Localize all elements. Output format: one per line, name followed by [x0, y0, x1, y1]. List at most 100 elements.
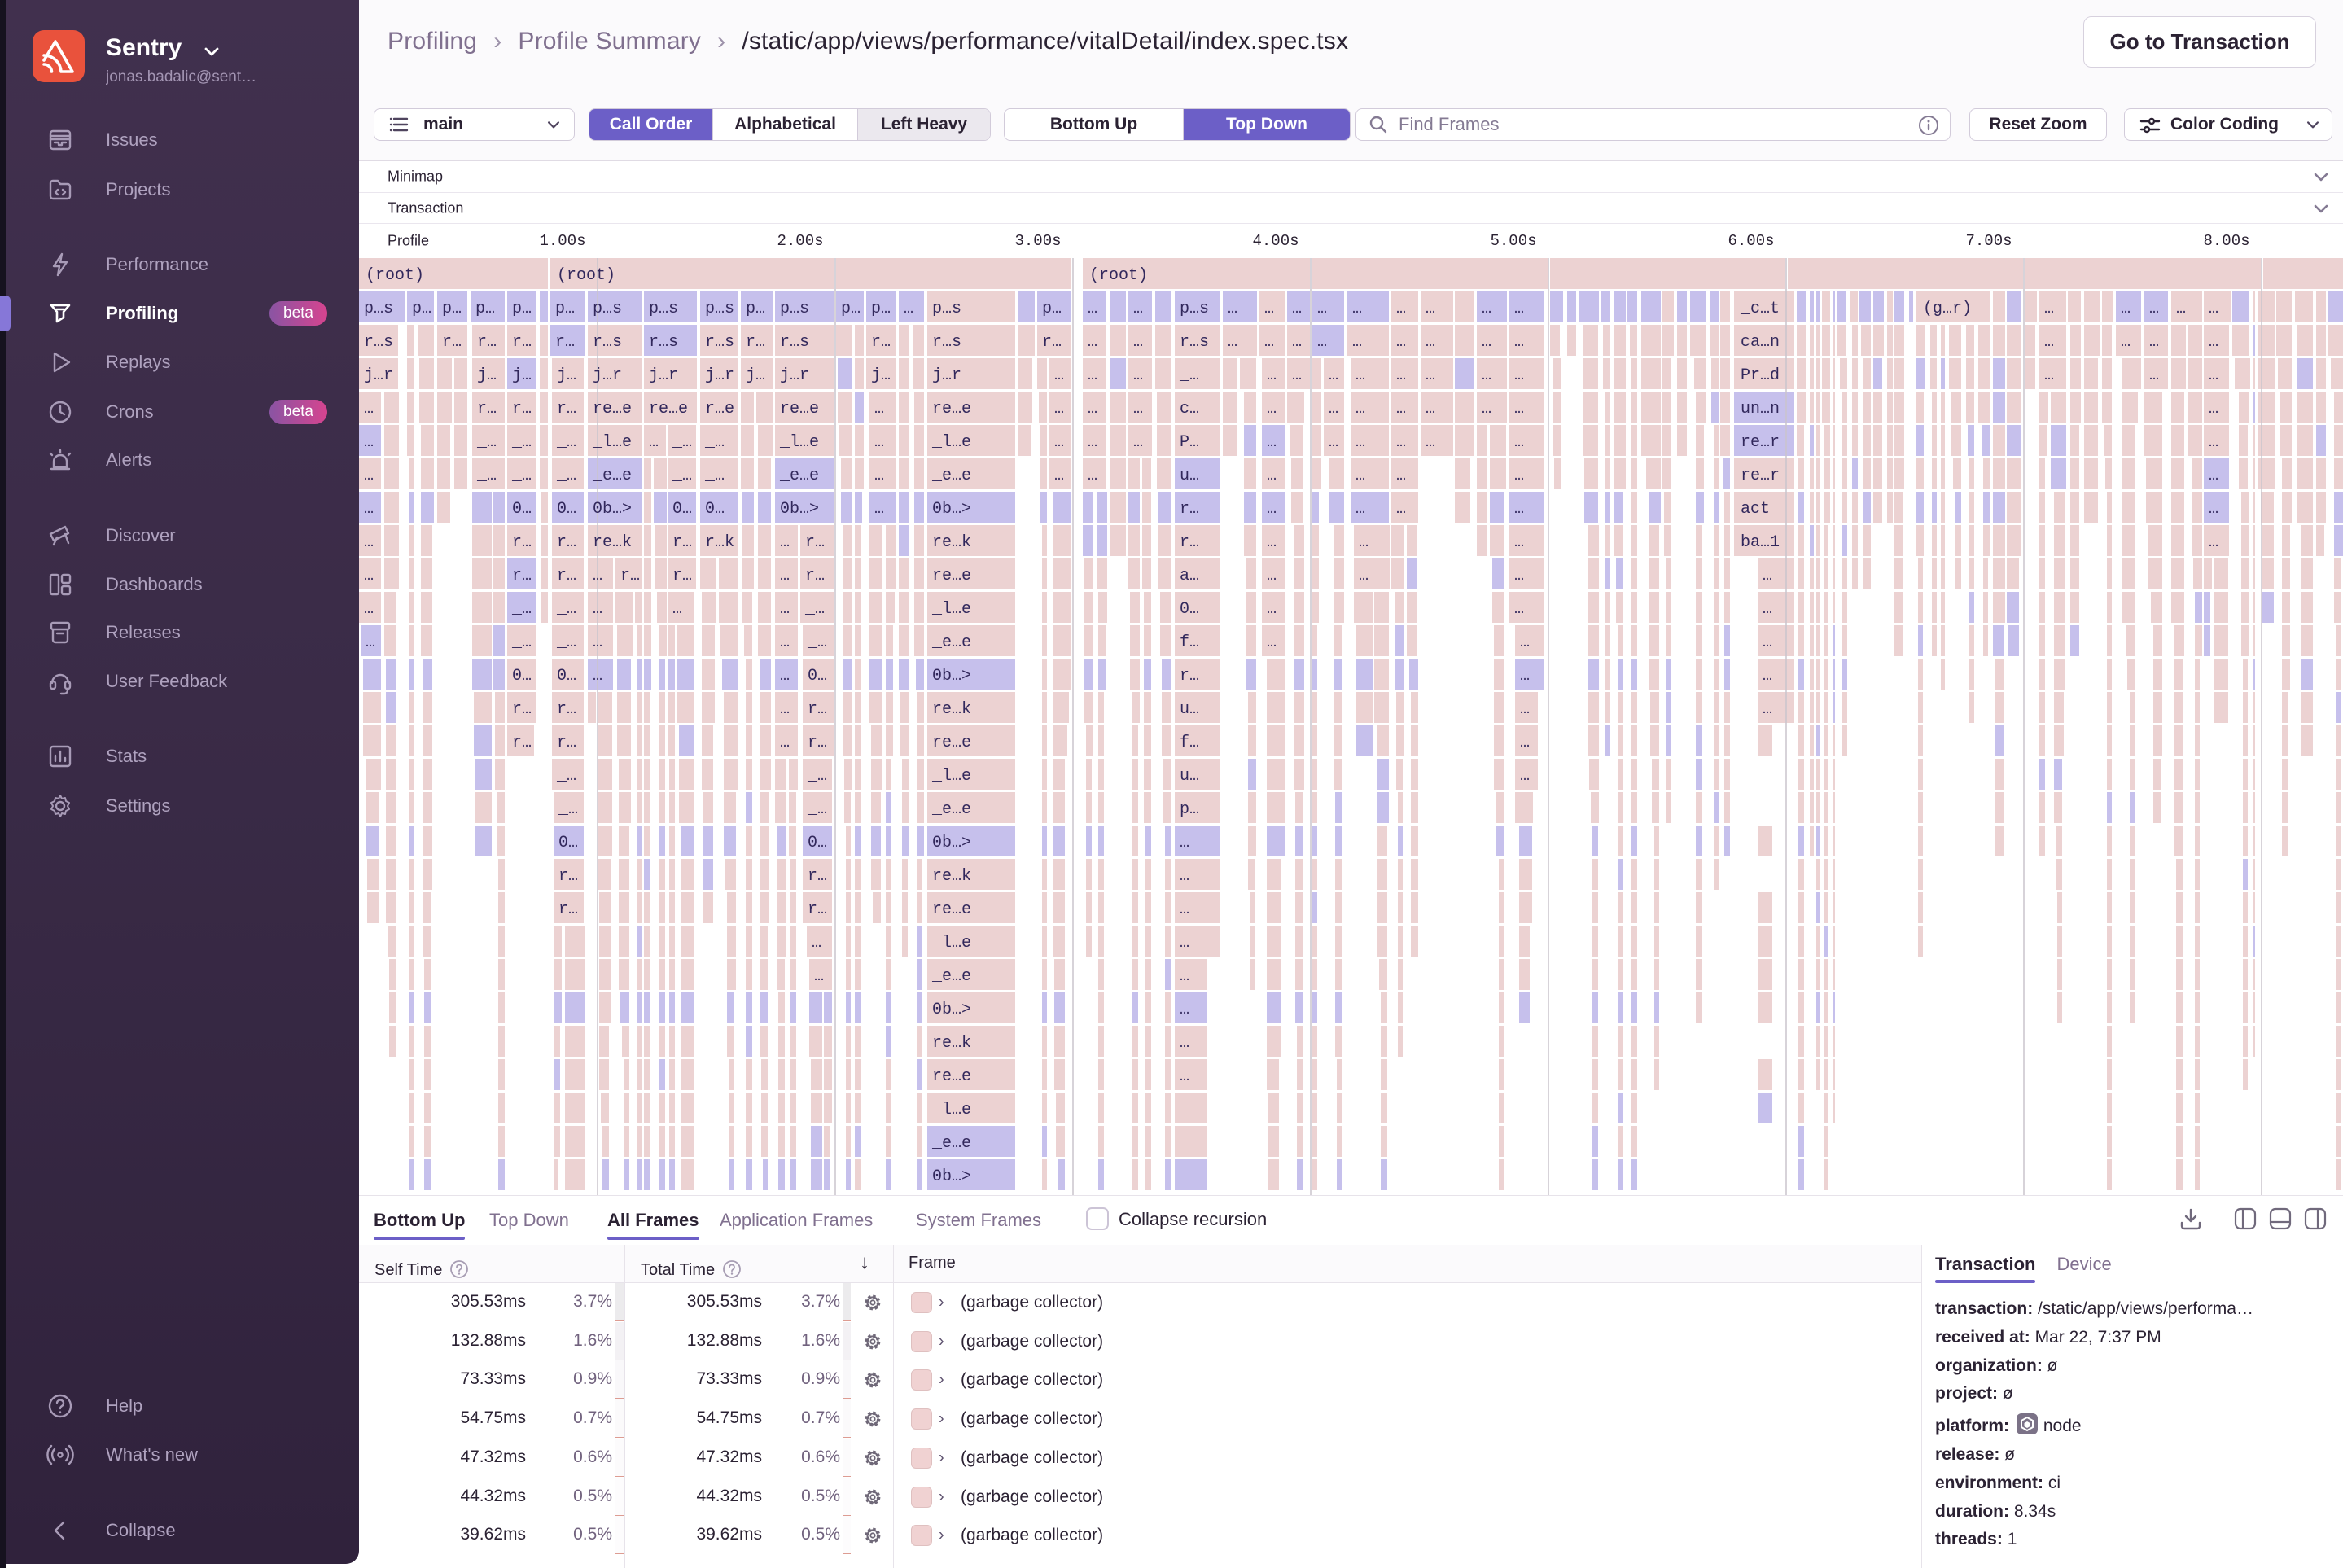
- svg-text:…: …: [2209, 466, 2218, 485]
- svg-text:re…k: re…k: [932, 1034, 971, 1053]
- svg-text:p…s: p…s: [649, 300, 678, 318]
- svg-text:_…: _…: [556, 633, 576, 652]
- svg-text:r…: r…: [512, 567, 532, 585]
- svg-text:…: …: [1317, 333, 1327, 352]
- svg-text:_…: _…: [511, 633, 532, 652]
- svg-text:f…: f…: [1180, 734, 1199, 752]
- svg-text:_…: _…: [511, 466, 532, 485]
- svg-text:r…: r…: [557, 567, 576, 585]
- svg-text:j…r: j…r: [364, 366, 393, 385]
- svg-text:…: …: [1088, 400, 1097, 418]
- svg-text:…: …: [1088, 333, 1097, 352]
- svg-text:…: …: [593, 633, 602, 652]
- svg-text:…: …: [366, 633, 375, 652]
- svg-text:p…s: p…s: [932, 300, 961, 318]
- svg-text:_l…e: _l…e: [931, 433, 971, 452]
- svg-text:a…: a…: [1180, 567, 1199, 585]
- svg-text:…: …: [1426, 333, 1435, 352]
- svg-text:…: …: [1180, 1034, 1189, 1053]
- svg-text:_…: _…: [704, 466, 725, 485]
- svg-text:…: …: [364, 500, 374, 519]
- svg-text:…: …: [1329, 433, 1338, 452]
- svg-text:j…r: j…r: [705, 366, 734, 385]
- svg-text:re…r: re…r: [1741, 433, 1780, 452]
- svg-text:r…: r…: [558, 867, 578, 886]
- svg-text:…: …: [1267, 500, 1277, 519]
- svg-text:…: …: [874, 500, 884, 519]
- svg-text:r…: r…: [871, 333, 891, 352]
- svg-text:_…: _…: [807, 800, 827, 819]
- svg-text:act: act: [1741, 500, 1770, 519]
- svg-text:…: …: [1180, 934, 1189, 953]
- svg-text:j…: j…: [512, 366, 532, 385]
- svg-text:j…r: j…r: [780, 366, 809, 385]
- svg-text:r…: r…: [808, 867, 827, 886]
- svg-text:…: …: [1180, 1067, 1189, 1086]
- svg-text:0b…>: 0b…>: [932, 1167, 971, 1186]
- svg-text:…: …: [1133, 366, 1143, 385]
- svg-text:…: …: [649, 433, 659, 452]
- svg-text:…: …: [1396, 433, 1406, 452]
- svg-text:u…: u…: [1180, 466, 1199, 485]
- svg-text:…: …: [1514, 600, 1524, 619]
- svg-text:…: …: [780, 600, 790, 619]
- svg-text:…: …: [1133, 300, 1143, 318]
- svg-text:_…: _…: [672, 466, 692, 485]
- svg-text:r…: r…: [442, 333, 462, 352]
- svg-text:p…: p…: [412, 300, 431, 318]
- svg-text:…: …: [1054, 466, 1064, 485]
- svg-text:…: …: [1267, 366, 1277, 385]
- svg-text:…: …: [2121, 333, 2131, 352]
- svg-text:…: …: [1514, 333, 1524, 352]
- svg-text:_…: _…: [556, 433, 576, 452]
- svg-text:p…: p…: [555, 300, 575, 318]
- svg-text:r…: r…: [557, 533, 576, 552]
- svg-text:_…: _…: [476, 466, 497, 485]
- svg-text:…: …: [2209, 366, 2218, 385]
- svg-text:…: …: [1133, 433, 1143, 452]
- svg-text:j…: j…: [746, 366, 765, 385]
- svg-text:…: …: [2209, 533, 2218, 552]
- svg-text:c…: c…: [1180, 400, 1199, 418]
- svg-text:…: …: [1763, 567, 1772, 585]
- svg-text:…: …: [780, 700, 790, 719]
- svg-text:…: …: [1514, 533, 1524, 552]
- svg-text:r…: r…: [557, 734, 576, 752]
- svg-text:0…: 0…: [512, 500, 532, 519]
- svg-text:…: …: [1514, 433, 1524, 452]
- svg-text:…: …: [2149, 300, 2159, 318]
- svg-text:…: …: [1514, 400, 1524, 418]
- svg-text:_…: _…: [558, 800, 578, 819]
- svg-text:…: …: [364, 400, 374, 418]
- svg-text:j…: j…: [871, 366, 891, 385]
- svg-text:…: …: [2044, 366, 2054, 385]
- svg-text:…: …: [780, 633, 790, 652]
- svg-text:…: …: [1292, 333, 1302, 352]
- svg-text:p…: p…: [871, 300, 891, 318]
- svg-text:…: …: [2121, 300, 2131, 318]
- svg-text:0…: 0…: [672, 500, 692, 519]
- svg-text:r…s: r…s: [649, 333, 678, 352]
- svg-text:…: …: [593, 600, 602, 619]
- svg-text:0…: 0…: [557, 667, 576, 685]
- svg-text:r…: r…: [672, 533, 692, 552]
- svg-text:re…e: re…e: [932, 900, 971, 919]
- svg-text:u…: u…: [1180, 700, 1199, 719]
- svg-text:re…k: re…k: [932, 867, 971, 886]
- svg-text:…: …: [1264, 333, 1274, 352]
- svg-text:p…s: p…s: [1180, 300, 1209, 318]
- svg-text:…: …: [1482, 333, 1491, 352]
- svg-text:_…: _…: [804, 600, 825, 619]
- svg-text:…: …: [2044, 333, 2054, 352]
- svg-text:0b…>: 0b…>: [780, 500, 819, 519]
- svg-text:…: …: [1355, 500, 1365, 519]
- svg-text:…: …: [1396, 333, 1406, 352]
- svg-text:…: …: [2209, 400, 2218, 418]
- svg-text:…: …: [1054, 433, 1064, 452]
- svg-text:0…: 0…: [705, 500, 725, 519]
- svg-text:…: …: [2176, 300, 2186, 318]
- svg-text:re…e: re…e: [649, 400, 688, 418]
- svg-text:r…: r…: [1180, 667, 1199, 685]
- svg-text:…: …: [1180, 900, 1189, 919]
- svg-text:P…: P…: [1180, 433, 1199, 452]
